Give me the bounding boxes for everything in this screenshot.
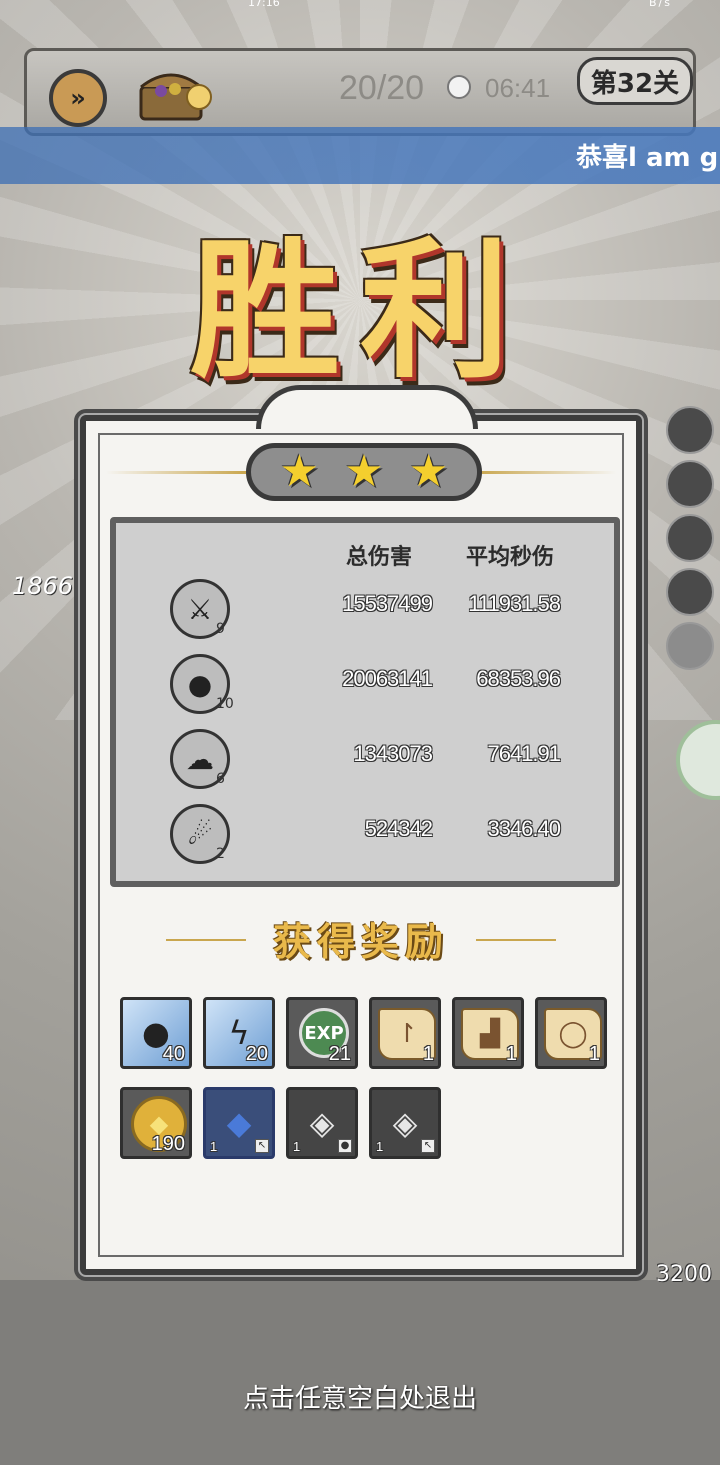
- equip-slot-icon: ●: [338, 1139, 352, 1153]
- reward-count: 1: [293, 1139, 301, 1154]
- game-hud: » 20/20 06:41 第32关: [24, 48, 696, 136]
- status-time: 17:16: [248, 0, 280, 9]
- reward-count: 1: [210, 1139, 218, 1154]
- equip-slot-icon: ↖: [421, 1139, 435, 1153]
- equip-slot-icon: ↖: [255, 1139, 269, 1153]
- battlefield-ground: [0, 1280, 720, 1465]
- fast-forward-icon: »: [70, 84, 86, 112]
- reward-count: 21: [328, 1043, 351, 1065]
- battle-timer: 06:41: [485, 73, 551, 103]
- reward-count: 40: [162, 1043, 185, 1065]
- damage-number: 1866: [12, 572, 74, 600]
- reward-count: 190: [151, 1133, 185, 1155]
- reward-count: 1: [422, 1043, 434, 1065]
- star-rating: ★ ★ ★: [246, 443, 482, 501]
- side-skill-icon: [666, 568, 714, 616]
- clock-icon: [447, 75, 471, 99]
- star-icon: ★: [279, 446, 320, 497]
- wave-counter: 20/20: [339, 69, 425, 107]
- total-damage-value: 20063141: [342, 666, 433, 691]
- table-row: ☁ 6 1343073 7641.91: [116, 729, 614, 793]
- total-damage-value: 15537499: [342, 591, 433, 616]
- rewards-title: 获得奖励: [272, 919, 449, 964]
- table-row: ⚔ 9 15537499 111931.58: [116, 579, 614, 643]
- side-skill-list: [666, 406, 720, 676]
- average-dps-value: 68353.96: [476, 666, 561, 691]
- reward-count: 20: [245, 1043, 268, 1065]
- skill-level: 2: [216, 846, 225, 862]
- broadcast-banner: 恭喜l am g: [0, 127, 720, 184]
- side-skill-slot-empty: [666, 622, 714, 670]
- skill-level: 6: [216, 771, 225, 787]
- damage-stats-table: 总伤害 平均秒伤 ⚔ 9 15537499 111931.58 ● 10 200…: [110, 517, 620, 887]
- skill-level: 9: [216, 621, 225, 637]
- status-bar: 17:16 B/s: [0, 0, 720, 12]
- ring-scroll-icon[interactable]: ◯ 1: [535, 997, 607, 1069]
- silver-ore-icon[interactable]: ◈ 1 ●: [286, 1087, 358, 1159]
- exit-hint[interactable]: 点击任意空白处退出: [0, 1378, 720, 1415]
- total-damage-value: 524342: [364, 816, 433, 841]
- fast-forward-button[interactable]: »: [49, 69, 107, 127]
- boot-scroll-icon[interactable]: ▟ 1: [452, 997, 524, 1069]
- star-icon: ★: [344, 446, 384, 497]
- skill-level: 10: [216, 696, 234, 712]
- average-dps-value: 7641.91: [487, 741, 561, 766]
- header-average-dps: 平均秒伤: [466, 544, 555, 570]
- panel-crest: [256, 385, 478, 429]
- status-network: B/s: [649, 0, 672, 9]
- reward-count: 1: [376, 1139, 384, 1154]
- side-skill-icon: [666, 406, 714, 454]
- average-dps-value: 3346.40: [487, 816, 561, 841]
- header-total-damage: 总伤害: [346, 544, 413, 570]
- broadcast-text: 恭喜l am g: [576, 143, 719, 173]
- blue-crystal-icon[interactable]: ◆ 1 ↖: [203, 1087, 275, 1159]
- reward-count: 1: [505, 1043, 517, 1065]
- total-damage-value: 1343073: [353, 741, 433, 766]
- reward-count: 1: [588, 1043, 600, 1065]
- divider: [106, 471, 246, 474]
- table-row: ● 10 20063141 68353.96: [116, 654, 614, 718]
- exp-orb-icon[interactable]: EXP 21: [286, 997, 358, 1069]
- side-skill-icon: [666, 460, 714, 508]
- divider: [476, 471, 616, 474]
- treasure-chest-icon[interactable]: [135, 61, 219, 125]
- gold-coin-icon[interactable]: ◆ 190: [120, 1087, 192, 1159]
- average-dps-value: 111931.58: [468, 591, 561, 616]
- castle-hp: 3200: [656, 1262, 712, 1287]
- side-skill-icon: [666, 514, 714, 562]
- level-badge: 第32关: [577, 57, 693, 105]
- victory-title: 胜利: [189, 223, 530, 399]
- silver-ore-icon[interactable]: ◈ 1 ↖: [369, 1087, 441, 1159]
- lightning-card-icon[interactable]: ϟ 20: [203, 997, 275, 1069]
- chat-icon[interactable]: [676, 720, 720, 800]
- table-row: ☄ 2 524342 3346.40: [116, 804, 614, 868]
- bomb-card-icon[interactable]: ● 40: [120, 997, 192, 1069]
- star-icon: ★: [408, 446, 449, 497]
- weapon-scroll-icon[interactable]: ↾ 1: [369, 997, 441, 1069]
- result-panel: ★ ★ ★ 总伤害 平均秒伤 ⚔ 9 15537499 111931.58 ● …: [80, 385, 642, 1275]
